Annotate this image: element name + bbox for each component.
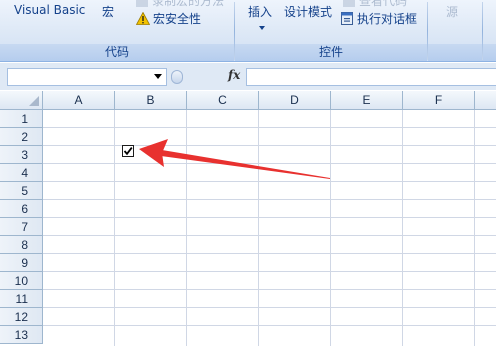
worksheet: A B C D E F 1 2 3 4 5 6 7 8 9 10 11 12 1… [0,91,496,346]
group-separator [482,2,483,60]
warning-icon [136,12,150,25]
macro-security-button[interactable]: 宏安全性 [136,10,201,27]
controls-group-label: 控件 [235,44,427,61]
insert-control-button[interactable]: 插入 [248,3,272,20]
formula-tools: fx [168,67,246,87]
insert-function-icon[interactable]: fx [228,68,240,82]
macro-button[interactable]: 宏 [102,3,114,20]
insert-dropdown-icon [259,26,265,30]
xml-group: 源 [428,0,496,62]
record-macro-label: 录制宏的方法 [152,0,225,8]
view-code-label: 查看代码 [359,0,408,8]
formula-bar-handle[interactable] [171,70,183,84]
run-dialog-label: 执行对话框 [357,12,418,26]
record-macro-button[interactable]: 录制宏的方法 [136,0,224,9]
view-code-icon [343,0,355,7]
arrow-shaft [161,150,330,179]
record-macro-icon [136,0,148,7]
code-group-label: 代码 [0,44,234,61]
run-dialog-icon [341,12,353,25]
visual-basic-button[interactable]: Visual Basic [14,3,85,17]
code-group: Visual Basic 宏 录制宏的方法 宏安全性 代码 [0,0,234,62]
run-dialog-button[interactable]: 执行对话框 [341,10,417,27]
source-button[interactable]: 源 [446,3,458,20]
ribbon: Visual Basic 宏 录制宏的方法 宏安全性 代码 插入 设计模式 查看… [0,0,496,62]
formula-input[interactable] [246,68,496,86]
macro-security-label: 宏安全性 [153,12,202,26]
formula-bar: fx [0,63,496,90]
annotation-arrow-icon [139,139,330,179]
xml-group-label [428,44,496,61]
name-box[interactable] [7,68,167,86]
controls-group: 插入 设计模式 查看代码 执行对话框 控件 [235,0,427,62]
view-code-button[interactable]: 查看代码 [343,0,407,9]
design-mode-button[interactable]: 设计模式 [284,3,332,20]
chevron-down-icon[interactable] [154,74,162,79]
